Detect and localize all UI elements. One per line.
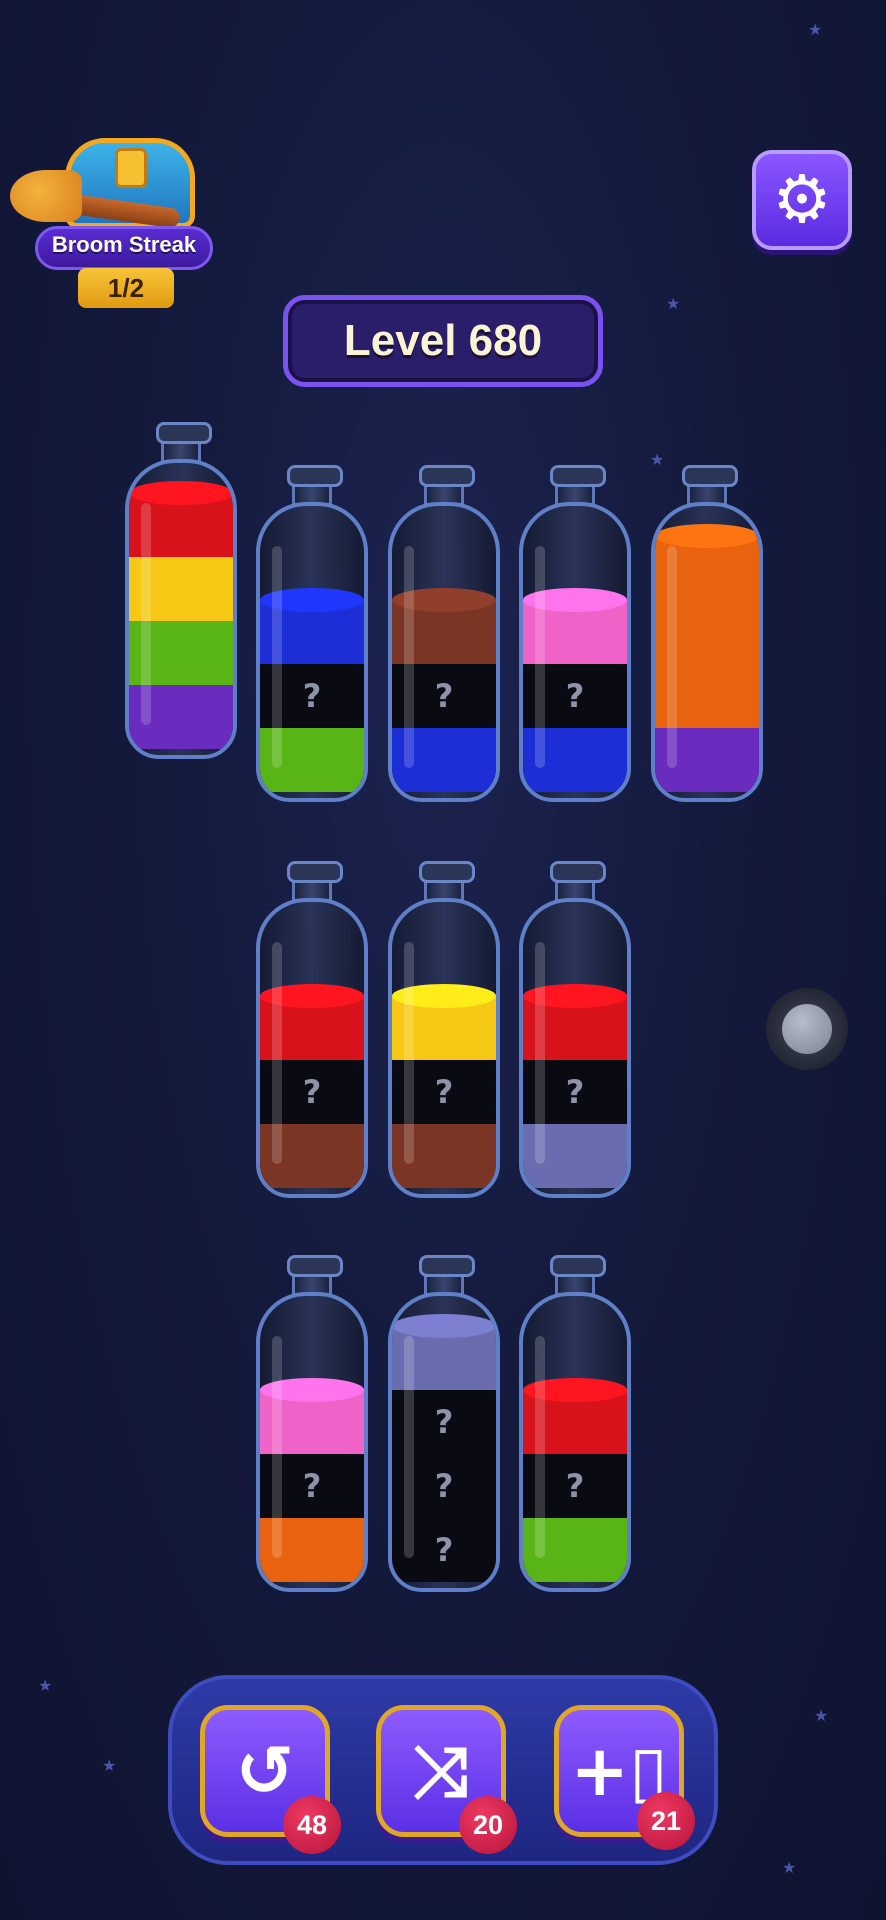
star-decoration: ★ — [650, 450, 665, 469]
bottle-4[interactable]: ? — [519, 465, 631, 802]
powerup-count-badge: 21 — [637, 1792, 695, 1850]
bottle-glass: ? — [388, 502, 500, 802]
bottle-glass: ? — [256, 898, 368, 1198]
floating-assistive-button[interactable] — [766, 988, 848, 1070]
glass-shine — [272, 546, 282, 768]
bottle-7[interactable]: ? — [388, 861, 500, 1198]
question-mark-icon: ? — [565, 1073, 585, 1111]
bottle-neck — [287, 1255, 343, 1296]
streak-label: Broom Streak — [51, 232, 197, 257]
bottle-glass: ? — [256, 1292, 368, 1592]
bottle-neck — [156, 422, 212, 463]
bottle-neck — [550, 1255, 606, 1296]
star-decoration: ★ — [782, 1858, 797, 1877]
question-mark-icon: ? — [434, 677, 454, 715]
glass-shine — [667, 546, 677, 768]
broom-head-icon — [10, 170, 82, 222]
shuffle-icon: ⤨ — [413, 1730, 469, 1812]
bottle-glass: ? — [256, 502, 368, 802]
bottle-1[interactable] — [125, 422, 237, 759]
bottle-neck — [550, 465, 606, 506]
bottle-11[interactable]: ? — [519, 1255, 631, 1592]
bottle-glass: ? — [519, 898, 631, 1198]
bottle-6[interactable]: ? — [256, 861, 368, 1198]
bottle-5[interactable] — [651, 465, 763, 802]
glass-shine — [535, 546, 545, 768]
question-mark-icon: ? — [302, 1073, 322, 1111]
chest-lock-icon — [115, 148, 147, 188]
undo-icon: ↺ — [235, 1730, 295, 1812]
bottle-neck — [419, 465, 475, 506]
bottle-8[interactable]: ? — [519, 861, 631, 1198]
bottle-glass: ??? — [388, 1292, 500, 1592]
broom-streak-widget[interactable]: Broom Streak 1/2 — [10, 118, 213, 308]
bottle-neck — [287, 465, 343, 506]
star-decoration: ★ — [814, 1706, 829, 1725]
question-mark-icon: ? — [434, 1531, 454, 1569]
question-mark-icon: ? — [434, 1073, 454, 1111]
bottle-3[interactable]: ? — [388, 465, 500, 802]
glass-shine — [141, 503, 151, 725]
question-mark-icon: ? — [302, 677, 322, 715]
glass-shine — [272, 942, 282, 1164]
star-decoration: ★ — [38, 1676, 53, 1695]
bottle-9[interactable]: ? — [256, 1255, 368, 1592]
bottle-neck — [287, 861, 343, 902]
level-banner: Level 680 — [283, 295, 603, 387]
glass-shine — [535, 1336, 545, 1558]
settings-button[interactable]: ⚙ — [752, 150, 852, 250]
glass-shine — [272, 1336, 282, 1558]
bottle-glass: ? — [519, 1292, 631, 1592]
powerup-count-badge: 20 — [459, 1796, 517, 1854]
bottle-2[interactable]: ? — [256, 465, 368, 802]
glass-shine — [535, 942, 545, 1164]
bottle-glass — [125, 459, 237, 759]
gear-icon: ⚙ — [772, 161, 832, 238]
bottle-neck — [419, 861, 475, 902]
star-decoration: ★ — [666, 294, 681, 313]
bottle-glass — [651, 502, 763, 802]
star-decoration: ★ — [102, 1756, 117, 1775]
bottle-10[interactable]: ??? — [388, 1255, 500, 1592]
streak-progress: 1/2 — [78, 268, 174, 308]
question-mark-icon: ? — [565, 677, 585, 715]
bottle-glass: ? — [388, 898, 500, 1198]
star-decoration: ★ — [808, 20, 823, 39]
bottle-neck — [550, 861, 606, 902]
glass-shine — [404, 942, 414, 1164]
bottle-neck — [419, 1255, 475, 1296]
question-mark-icon: ? — [434, 1467, 454, 1505]
powerup-count-badge: 48 — [283, 1796, 341, 1854]
glass-shine — [404, 1336, 414, 1558]
question-mark-icon: ? — [434, 1403, 454, 1441]
question-mark-icon: ? — [302, 1467, 322, 1505]
glass-shine — [404, 546, 414, 768]
bottle-neck — [682, 465, 738, 506]
question-mark-icon: ? — [565, 1467, 585, 1505]
level-title: Level 680 — [343, 316, 543, 365]
bottle-glass: ? — [519, 502, 631, 802]
